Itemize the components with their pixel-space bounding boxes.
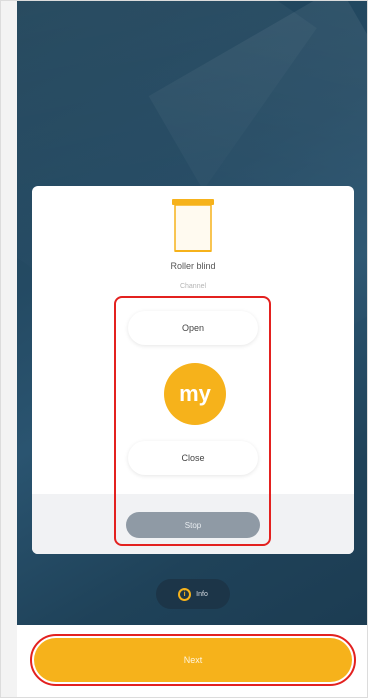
roller-blind-icon <box>172 199 214 252</box>
device-name: Roller blind <box>170 261 216 271</box>
info-button[interactable]: i Info <box>156 579 230 609</box>
info-icon: i <box>178 587 192 601</box>
app-screen: Roller blind Channel Open my Close Stop … <box>0 0 368 698</box>
device-subtitle: Channel <box>179 283 207 290</box>
next-highlight-outline <box>30 634 356 686</box>
left-edge-strip <box>1 1 17 697</box>
info-label: Info <box>196 590 208 598</box>
controls-highlight-outline <box>114 296 271 546</box>
